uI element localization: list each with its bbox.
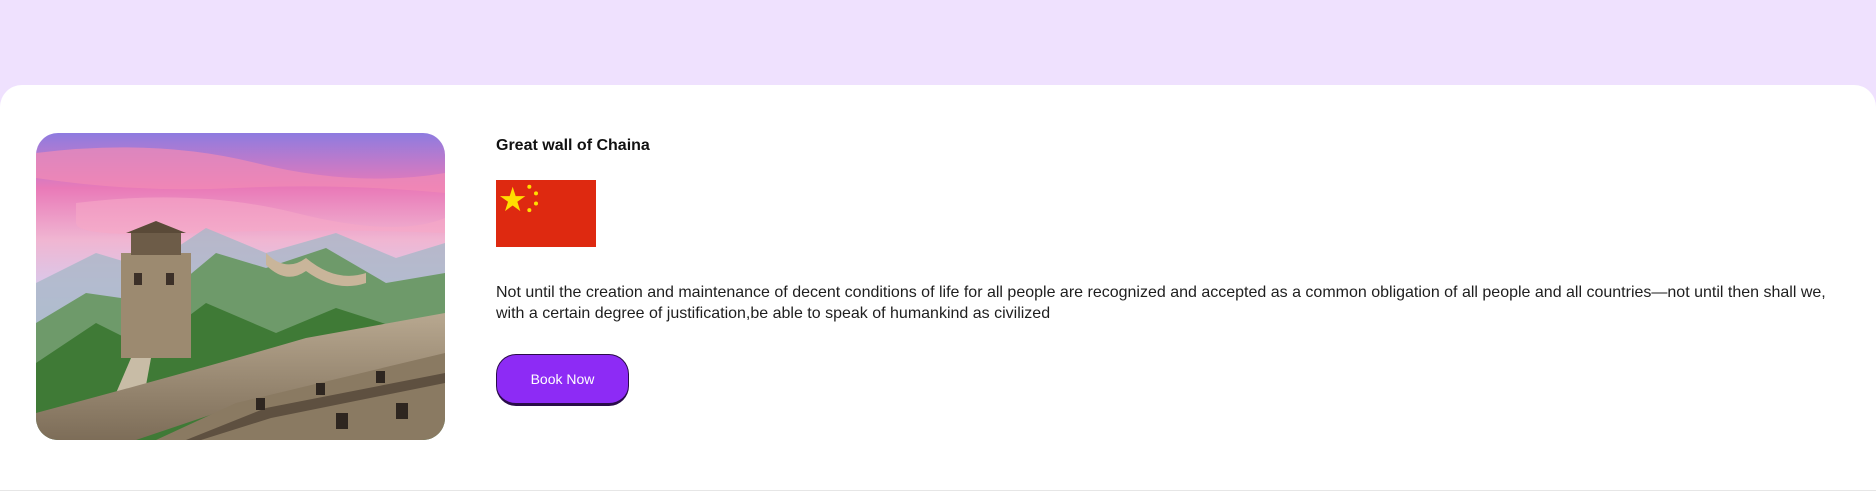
great-wall-image <box>36 133 445 440</box>
destination-card: Great wall of Chaina Not until the creat… <box>0 85 1876 491</box>
book-now-button[interactable]: Book Now <box>496 354 629 406</box>
destination-details: Great wall of Chaina Not until the creat… <box>496 133 1836 406</box>
destination-title: Great wall of Chaina <box>496 137 650 154</box>
destination-description: Not until the creation and maintenance o… <box>496 284 1826 322</box>
china-flag-icon <box>496 180 596 247</box>
